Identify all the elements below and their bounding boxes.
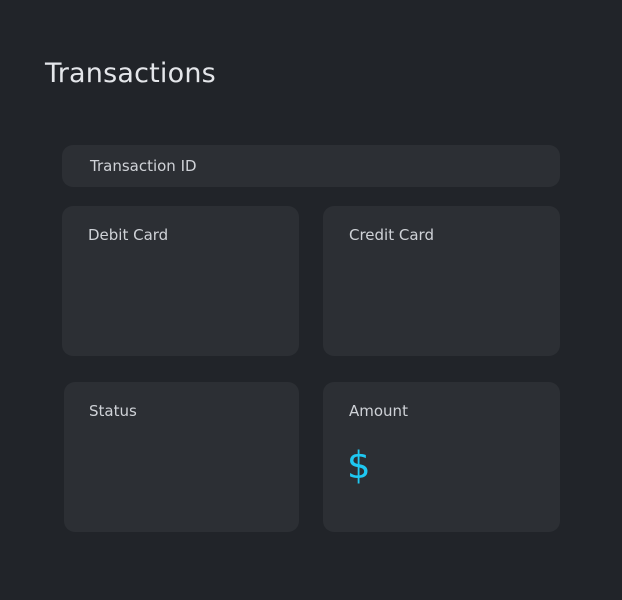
status-field[interactable]: Status: [64, 382, 299, 532]
debit-card-label: Debit Card: [88, 226, 169, 244]
credit-card-label: Credit Card: [349, 226, 434, 244]
page-title: Transactions: [45, 58, 216, 89]
amount-field[interactable]: Amount $: [323, 382, 560, 532]
debit-card-field[interactable]: Debit Card: [62, 206, 299, 356]
transaction-id-label: Transaction ID: [90, 157, 197, 175]
status-label: Status: [89, 402, 137, 420]
dollar-icon: $: [347, 444, 371, 487]
credit-card-field[interactable]: Credit Card: [323, 206, 560, 356]
amount-label: Amount: [349, 402, 408, 420]
transactions-page: Transactions Transaction ID Debit Card C…: [0, 0, 622, 600]
transaction-id-field[interactable]: Transaction ID: [62, 145, 560, 187]
